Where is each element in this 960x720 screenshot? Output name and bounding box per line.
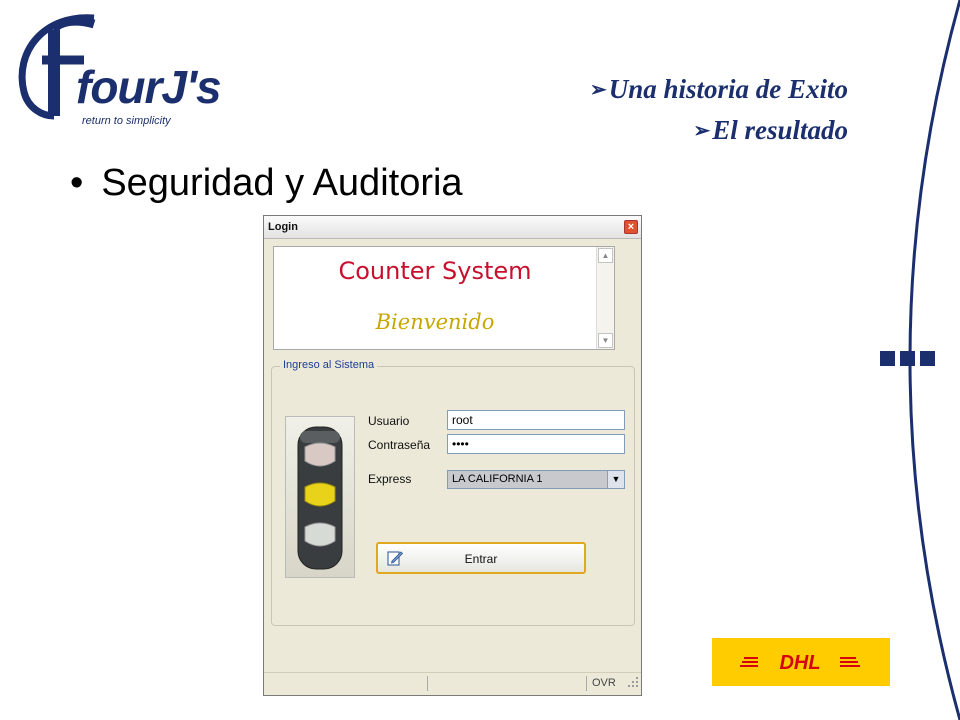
welcome-text: Bienvenido	[375, 310, 495, 334]
headline-historia: ➢Una historia de Exito	[590, 76, 848, 103]
dhl-wordmark-icon: DHL	[740, 652, 860, 674]
banner-scrollbar[interactable]: ▲ ▼	[596, 247, 614, 349]
welcome-banner: Counter System Bienvenido ▲ ▼	[273, 246, 615, 350]
password-label: Contraseña	[368, 438, 431, 452]
user-input[interactable]	[447, 410, 625, 430]
scroll-up-icon[interactable]: ▲	[598, 248, 613, 263]
bullet-item: • Seguridad y Auditoria	[70, 164, 463, 202]
password-mask: ••••	[452, 437, 469, 451]
enter-button[interactable]: Entrar	[376, 542, 586, 574]
brand-name: fourJ's	[76, 61, 222, 113]
bullet-text: Seguridad y Auditoria	[101, 162, 463, 204]
dhl-logo: DHL	[712, 638, 890, 686]
system-name: Counter System	[338, 257, 532, 285]
overwrite-mode-indicator: OVR	[592, 677, 616, 689]
decorative-squares	[880, 351, 940, 371]
chevron-down-icon[interactable]: ▼	[607, 471, 624, 488]
fourjs-logo: fourJ's return to simplicity	[14, 12, 222, 127]
user-label: Usuario	[368, 414, 410, 428]
login-group: Ingreso al Sistema Usuario Contraseña ••…	[271, 359, 635, 626]
status-separator	[586, 676, 587, 691]
express-selected-value: LA CALIFORNIA 1	[452, 473, 543, 485]
bullet-dot-icon: •	[70, 162, 84, 204]
traffic-light-icon	[285, 416, 355, 578]
password-input[interactable]: ••••	[447, 434, 625, 454]
square-icon	[900, 351, 915, 366]
status-bar: OVR	[264, 672, 641, 695]
dhl-text: DHL	[779, 652, 820, 674]
express-label: Express	[368, 472, 412, 486]
arrow-bullet-icon: ➢	[589, 79, 607, 101]
title-bar[interactable]: Login ×	[264, 216, 641, 239]
close-button[interactable]: ×	[624, 220, 638, 234]
window-title: Login	[268, 221, 298, 233]
express-select[interactable]: LA CALIFORNIA 1 ▼	[447, 470, 625, 489]
headline-historia-text: Una historia de Exito	[608, 74, 848, 104]
close-icon: ×	[627, 221, 635, 233]
size-grip-icon[interactable]	[627, 675, 639, 693]
square-icon	[880, 351, 895, 366]
brand-tagline: return to simplicity	[82, 115, 171, 127]
scroll-down-icon[interactable]: ▼	[598, 333, 613, 348]
square-icon	[920, 351, 935, 366]
status-separator	[427, 676, 428, 691]
group-title: Ingreso al Sistema	[280, 359, 378, 371]
headline-resultado: ➢El resultado	[693, 117, 848, 144]
enter-button-label: Entrar	[464, 552, 498, 566]
arrow-bullet-icon: ➢	[693, 120, 711, 142]
login-window: Login × Counter System Bienvenido ▲ ▼ In…	[263, 215, 642, 696]
headline-resultado-text: El resultado	[712, 115, 848, 145]
